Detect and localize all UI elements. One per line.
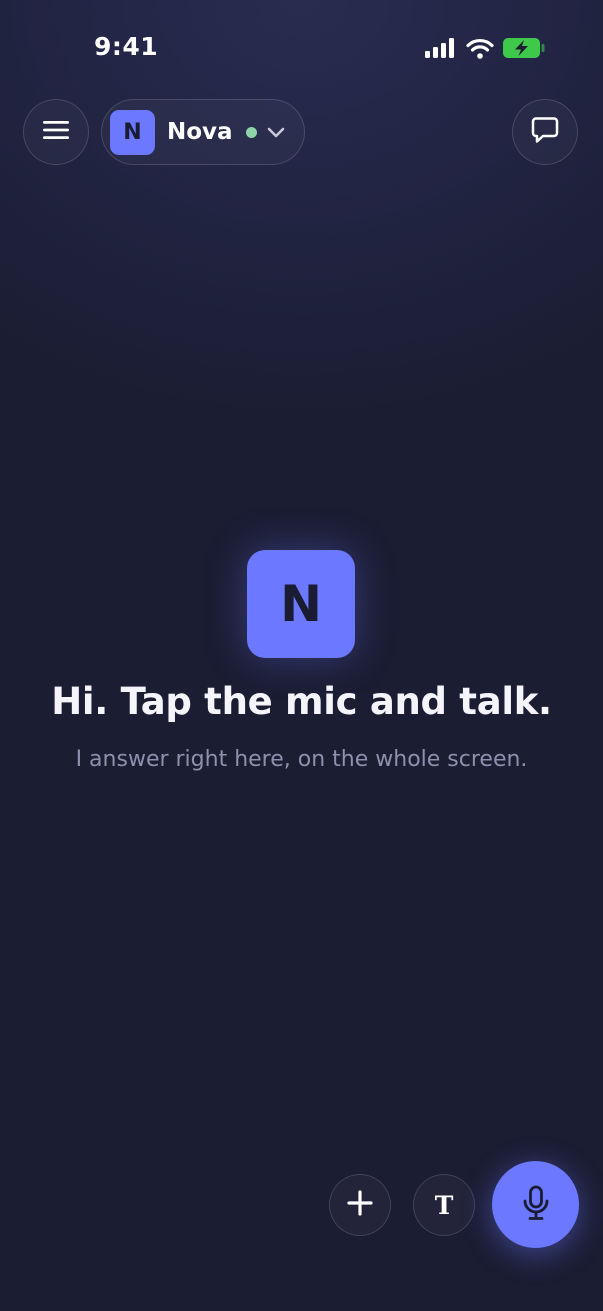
agent-selector[interactable]: N Nova (101, 99, 305, 165)
hero-subtitle: I answer right here, on the whole screen… (75, 747, 528, 772)
nova-logo: N (247, 550, 355, 658)
mic-button[interactable] (492, 1161, 579, 1248)
hero-title: Hi. Tap the mic and talk. (51, 680, 552, 723)
hamburger-menu-icon (43, 121, 69, 143)
agent-avatar: N (110, 109, 155, 155)
chevron-down-icon (267, 127, 285, 138)
text-mode-icon: T (434, 1190, 454, 1220)
status-icons (425, 37, 545, 63)
add-button[interactable] (329, 1174, 391, 1236)
status-time: 9:41 (94, 32, 159, 61)
chat-button[interactable] (512, 99, 578, 165)
battery-charging-icon (503, 37, 545, 63)
menu-button[interactable] (23, 99, 89, 165)
agent-name: Nova (167, 119, 233, 145)
text-mode-button[interactable]: T (413, 1174, 475, 1236)
cellular-signal-icon (425, 38, 457, 62)
status-bar: 9:41 (0, 0, 603, 90)
plus-icon (347, 1190, 373, 1220)
wifi-icon (466, 38, 494, 63)
agent-online-indicator (245, 126, 257, 138)
chat-bubble-icon (530, 115, 560, 149)
microphone-icon (522, 1185, 550, 1225)
